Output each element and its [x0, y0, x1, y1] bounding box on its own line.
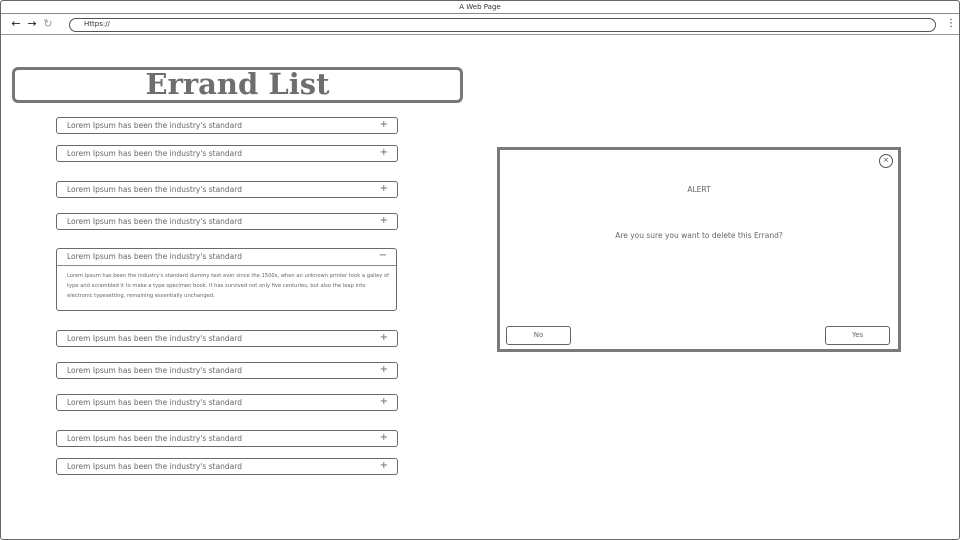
reload-icon[interactable]: ↻: [42, 17, 54, 31]
accordion-item[interactable]: Lorem Ipsum has been the industry's stan…: [56, 330, 398, 347]
plus-icon[interactable]: +: [380, 118, 388, 132]
page-title: Errand List: [12, 67, 463, 103]
accordion-item-label: Lorem Ipsum has been the industry's stan…: [67, 462, 242, 471]
plus-icon[interactable]: +: [380, 146, 388, 160]
alert-title: ALERT: [687, 185, 711, 194]
plus-icon[interactable]: +: [380, 395, 388, 409]
plus-icon[interactable]: +: [380, 214, 388, 228]
accordion-item-body: Lorem Ipsum has been the industry's stan…: [67, 273, 389, 299]
arrow-left-icon[interactable]: ←: [10, 17, 22, 31]
accordion-item[interactable]: Lorem Ipsum has been the industry's stan…: [56, 394, 398, 411]
accordion-item-label: Lorem Ipsum has been the industry's stan…: [67, 149, 242, 158]
accordion-item-label: Lorem Ipsum has been the industry's stan…: [67, 217, 242, 226]
accordion-item[interactable]: Lorem Ipsum has been the industry's stan…: [56, 145, 398, 162]
plus-icon[interactable]: +: [380, 182, 388, 196]
accordion-item-label: Lorem Ipsum has been the industry's stan…: [67, 434, 242, 443]
plus-icon[interactable]: +: [380, 331, 388, 345]
accordion-item-label: Lorem Ipsum has been the industry's stan…: [67, 398, 242, 407]
yes-button[interactable]: Yes: [825, 326, 890, 345]
accordion-item-label: Lorem Ipsum has been the industry's stan…: [67, 121, 242, 130]
alert-message: Are you sure you want to delete this Err…: [615, 231, 783, 240]
accordion-item-label: Lorem Ipsum has been the industry's stan…: [67, 252, 242, 261]
kebab-menu-icon[interactable]: ⋮: [946, 18, 956, 30]
accordion-item[interactable]: Lorem Ipsum has been the industry's stan…: [56, 181, 398, 198]
arrow-right-icon[interactable]: →: [26, 17, 38, 31]
accordion-item[interactable]: Lorem Ipsum has been the industry's stan…: [56, 430, 398, 447]
browser-window: A Web Page ← → ↻ Https:// ⋮ Errand List …: [0, 0, 960, 540]
accordion-item[interactable]: Lorem Ipsum has been the industry's stan…: [56, 362, 398, 379]
plus-icon[interactable]: +: [380, 363, 388, 377]
accordion-item[interactable]: Lorem Ipsum has been the industry's stan…: [56, 213, 398, 230]
alert-dialog: × ALERT Are you sure you want to delete …: [497, 147, 901, 352]
plus-icon[interactable]: +: [380, 459, 388, 473]
accordion-item-label: Lorem Ipsum has been the industry's stan…: [67, 334, 242, 343]
accordion-item[interactable]: Lorem Ipsum has been the industry's stan…: [56, 458, 398, 475]
url-bar[interactable]: Https://: [69, 18, 936, 32]
accordion-item-expanded: Lorem Ipsum has been the industry's stan…: [56, 248, 397, 311]
browser-toolbar: ← → ↻ Https:// ⋮: [1, 14, 959, 35]
no-button[interactable]: No: [506, 326, 571, 345]
window-title: A Web Page: [1, 1, 959, 14]
close-icon[interactable]: ×: [879, 154, 893, 168]
accordion-item[interactable]: Lorem Ipsum has been the industry's stan…: [56, 117, 398, 134]
accordion-item-header[interactable]: Lorem Ipsum has been the industry's stan…: [57, 249, 396, 266]
accordion-item-label: Lorem Ipsum has been the industry's stan…: [67, 366, 242, 375]
plus-icon[interactable]: +: [380, 431, 388, 445]
minus-icon[interactable]: −: [379, 249, 387, 263]
accordion-item-label: Lorem Ipsum has been the industry's stan…: [67, 185, 242, 194]
